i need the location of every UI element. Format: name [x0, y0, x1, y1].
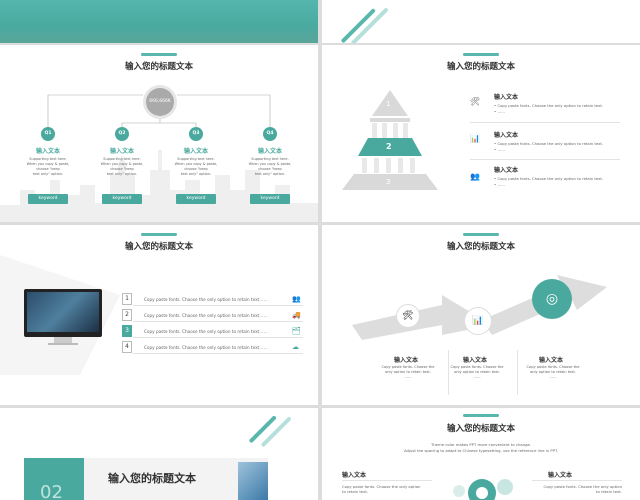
divider	[133, 353, 303, 354]
tools-icon: 🛠	[396, 304, 420, 328]
keyword-button[interactable]: keyword	[28, 194, 68, 204]
slide-7[interactable]: 02 输入您的标题文本	[0, 408, 318, 500]
team-icon: 👥	[470, 172, 480, 181]
slide-title: 输入您的标题文本	[124, 242, 193, 252]
divider	[517, 350, 518, 395]
step-title: 输入文本	[394, 357, 419, 364]
people-icon: 👥	[292, 295, 301, 303]
slide-title: 输入您的标题文本	[446, 424, 515, 434]
node-q4: Q4	[263, 127, 277, 141]
keyword-button[interactable]: keyword	[176, 194, 216, 204]
slide-title: 输入您的标题文本	[446, 242, 515, 252]
node-text: Supporting text here. When you copy & pas…	[248, 157, 292, 176]
level-1-label: 1	[386, 100, 391, 108]
intro-line: Adjust the spacing to adapt to Chinese t…	[403, 448, 559, 453]
step-text: Copy paste fonts. Choose the only option …	[381, 365, 435, 379]
item-title: 输入文本	[494, 167, 519, 174]
title-bar-accent	[463, 53, 499, 56]
row-text: Copy paste fonts. Choose the only option…	[144, 345, 268, 350]
section-number: 02	[40, 482, 63, 500]
title-bar-accent	[463, 233, 499, 236]
target-icon: ◎	[532, 279, 572, 319]
intro-line: Theme color makes PPT more convenient to…	[430, 442, 532, 447]
divider	[342, 480, 432, 481]
row-text: Copy paste fonts. Choose the only option…	[144, 313, 268, 318]
divider	[448, 350, 449, 395]
cloud-icon: ☁	[292, 343, 299, 351]
step-text: Copy paste fonts. Choose the only option …	[450, 365, 504, 379]
section-image	[238, 462, 268, 500]
item-title: 输入文本	[494, 94, 519, 101]
divider	[133, 337, 303, 338]
item-dots: • ……	[494, 109, 506, 114]
item-text: • Copy paste fonts. Choose the only opti…	[494, 176, 604, 181]
row-number: 2	[122, 309, 132, 321]
node-q3: Q3	[189, 127, 203, 141]
tools-icon: 🛠	[470, 97, 481, 106]
keyword-button[interactable]: keyword	[250, 194, 290, 204]
item-text: • Copy paste fonts. Choose the only opti…	[494, 141, 604, 146]
node-text: Supporting text here. When you copy & pas…	[100, 157, 144, 176]
node-q1: Q1	[41, 127, 55, 141]
left-title: 输入文本	[342, 472, 367, 479]
slide-5[interactable]: 输入您的标题文本 1 Copy paste fonts. Choose the …	[0, 225, 318, 405]
row-number: 1	[122, 293, 132, 305]
section-number-block: 02	[24, 458, 84, 500]
document-icon: 🗂	[292, 327, 301, 335]
title-bar-accent	[141, 233, 177, 236]
slide-8[interactable]: 输入您的标题文本 Theme color makes PPT more conv…	[322, 408, 640, 500]
node-title: 输入文本	[184, 148, 209, 155]
divider	[133, 321, 303, 322]
node-title: 输入文本	[258, 148, 283, 155]
truck-icon: 🚚	[292, 311, 301, 319]
node-title: 输入文本	[110, 148, 135, 155]
decor-stripe	[260, 416, 292, 448]
gears-graphic	[453, 479, 513, 500]
node-title: 输入文本	[36, 148, 61, 155]
step-text: Copy paste fonts. Choose the only option …	[526, 365, 580, 379]
node-q2: Q2	[115, 127, 129, 141]
divider	[133, 305, 303, 306]
step-title: 输入文本	[539, 357, 564, 364]
row-number: 4	[122, 341, 132, 353]
chart-icon: 📊	[470, 134, 480, 143]
divider	[470, 122, 620, 123]
slide-title: 输入您的标题文本	[446, 62, 515, 72]
keyword-button[interactable]: keyword	[102, 194, 142, 204]
level-2-label: 2	[386, 142, 392, 151]
slide-6[interactable]: 输入您的标题文本 🛠 📊 ◎ 输入文本 Copy paste fonts. Ch…	[322, 225, 640, 405]
right-text: Copy paste fonts. Choose the only option…	[543, 484, 622, 494]
row-number-active: 3	[122, 325, 132, 337]
item-dots: • ……	[494, 182, 506, 187]
level-3-label: 3	[386, 178, 391, 186]
item-dots: • ……	[494, 147, 506, 152]
row-text: Copy paste fonts. Choose the only option…	[144, 297, 268, 302]
decor-stripe	[248, 415, 277, 444]
slide-1-banner[interactable]	[0, 0, 318, 43]
right-title: 输入文本	[548, 472, 573, 479]
monitor-base	[48, 343, 78, 345]
slide-2[interactable]	[322, 0, 640, 43]
step-title: 输入文本	[463, 357, 488, 364]
item-text: • Copy paste fonts. Choose the only opti…	[494, 103, 604, 108]
row-text: Copy paste fonts. Choose the only option…	[144, 329, 268, 334]
slide-3[interactable]: 输入您的标题文本 666,666K Q1 Q2 Q3 Q4 输入文本 输入文本 …	[0, 45, 318, 222]
left-text: Copy paste fonts. Choose the only option…	[342, 484, 421, 494]
divider	[532, 480, 622, 481]
chart-icon: 📊	[464, 307, 492, 335]
slide-4[interactable]: 输入您的标题文本 1 2 3 🛠 输入文本 • Copy paste fonts…	[322, 45, 640, 222]
section-title: 输入您的标题文本	[108, 472, 196, 485]
node-text: Supporting text here. When you copy & pas…	[174, 157, 218, 176]
monitor-image	[24, 289, 102, 337]
node-text: Supporting text here. When you copy & pas…	[26, 157, 70, 176]
divider	[470, 159, 620, 160]
item-title: 输入文本	[494, 132, 519, 139]
title-bar-accent	[463, 414, 499, 417]
